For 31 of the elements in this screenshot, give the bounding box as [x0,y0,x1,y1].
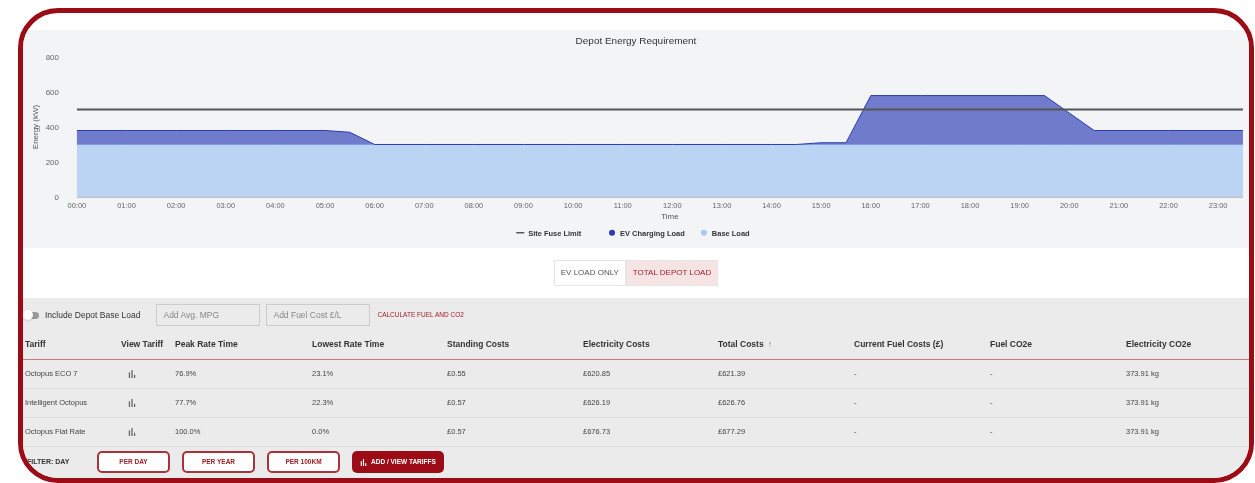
column-header[interactable]: Fuel CO2e [990,338,1033,351]
column-header[interactable]: View Tariff [121,338,164,351]
column-header[interactable]: Current Fuel Costs (£) [854,338,944,351]
y-tick-label: 800 [45,53,59,63]
bar-chart-icon [128,428,136,436]
column-header[interactable]: Electricity Costs [583,338,650,351]
base-load-switch[interactable] [25,311,39,319]
bar-chart-icon [360,458,367,466]
column-header[interactable]: Tariff [25,338,46,351]
switch-label: Include Depot Base Load [45,308,141,322]
x-axis-label: Time [661,211,679,221]
column-header[interactable]: Electricity CO2e [1126,338,1192,351]
fuel-cost-field[interactable]: Add Fuel Cost £/L [266,304,371,326]
legend-dot-icon [609,229,616,236]
legend-line-icon [515,232,525,234]
column-header[interactable]: Standing Costs [447,338,510,351]
y-tick-label: 400 [45,123,59,132]
column-header[interactable]: Lowest Rate Time [312,338,385,351]
chart-title: Depot Energy Requirement [575,35,697,47]
mpg-field[interactable]: Add Avg. MPG [156,304,261,326]
bar-chart-icon [128,370,136,378]
load-toggle-tab[interactable]: EV LOAD ONLY [553,260,626,286]
load-toggle-tab[interactable]: TOTAL DEPOT LOAD [625,260,719,286]
column-header[interactable]: Total Costs [718,338,764,351]
y-tick-label: 200 [45,157,59,167]
legend-dot-icon [700,229,707,236]
column-header[interactable]: Peak Rate Time [175,338,238,351]
bar-chart-icon [128,399,136,407]
y-tick-label: 0 [54,192,59,202]
y-axis-label: Energy (kW) [31,104,40,150]
y-tick-label: 600 [45,88,59,98]
